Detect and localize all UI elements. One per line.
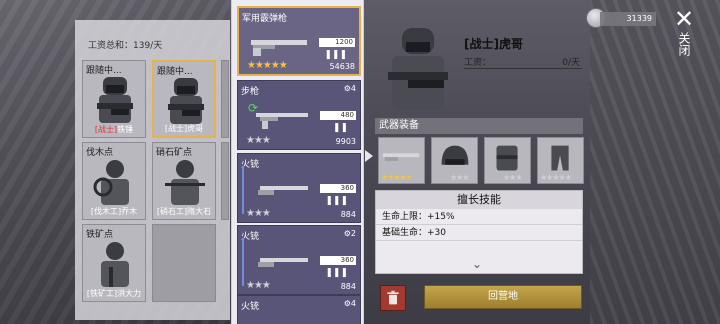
weapon-card[interactable]: 火铳 360 ❚❚❚ 884 ★★★	[237, 153, 361, 223]
close-label: 关闭	[677, 32, 691, 56]
equipment-header: 武器装备	[375, 118, 583, 134]
bullet-icon: ❚❚❚	[325, 196, 348, 206]
musket-icon	[258, 186, 308, 195]
weapon-accent-bar	[242, 166, 244, 214]
delete-button[interactable]	[380, 285, 406, 311]
weapon-card[interactable]: 火铳 ⚙2 360 ❚❚❚ 884 ★★★	[237, 225, 361, 295]
hero-name: [战士]虎哥	[464, 37, 523, 51]
worker-name: [战士]虎哥	[164, 124, 204, 133]
equip-slot-pants[interactable]: ★★★★★	[537, 137, 584, 184]
trash-icon	[387, 290, 399, 305]
equip-stars: ★★★	[450, 173, 469, 182]
bullet-icon: ❚❚❚	[324, 50, 347, 60]
worker-slot-2[interactable]: 跟随中... [战士]虎哥	[152, 60, 216, 138]
equip-slot-armor[interactable]: ★★★	[484, 137, 531, 184]
slot-count: ⚙4	[343, 84, 356, 93]
weapon-name: 步枪	[241, 87, 260, 97]
weapon-name: 火铳	[241, 302, 260, 312]
worker-name-prefix: [战士]	[94, 125, 118, 134]
ammo-count: 360	[320, 256, 356, 265]
weapon-card[interactable]: 火铳 ⚙4	[237, 295, 361, 324]
game-screen: 工资总和：139/天 跟随中... [战士]铁锤 跟随中... [战士]虎哥 伐…	[0, 0, 720, 324]
weapon-list[interactable]: 军用霰弹枪 1200 ❚❚❚ 54638 ★★★★★ 步枪 ⚙4 ⟳ 480 ❚…	[231, 0, 364, 324]
ammo-count: 1200	[319, 38, 355, 47]
lumberjack-portrait-icon	[93, 160, 129, 205]
wage-total-label: 工资总和：139/天	[88, 41, 163, 51]
equip-stars: ★★★	[503, 173, 522, 182]
chevron-down-icon[interactable]: ⌄	[472, 257, 482, 271]
bullet-icon: ❚❚	[332, 123, 348, 133]
slot-count: ⚙2	[343, 229, 356, 238]
weapon-stars: ★★★	[246, 135, 271, 146]
damage-value: 9903	[335, 137, 356, 146]
slot-count: ⚙4	[343, 299, 356, 308]
currency-amount: 31339	[600, 12, 656, 26]
slot-count-value: 4	[350, 84, 356, 93]
weapon-name: 军用霰弹枪	[242, 14, 288, 24]
ammo-count: 480	[320, 111, 356, 120]
miner-portrait-icon	[101, 242, 129, 287]
skills-box: 擅长技能 生命上限：+15% 基础生命：+30 ⌄	[375, 190, 583, 274]
skill-row: 基础生命：+30	[376, 225, 582, 241]
worker-slot-5[interactable]: 铁矿点 [铁矿工]洪大力	[82, 224, 146, 302]
weapon-card[interactable]: 军用霰弹枪 1200 ❚❚❚ 54638 ★★★★★	[237, 6, 361, 76]
worker-name: [战士]铁锤	[83, 124, 145, 135]
equip-stars: ★★★★★	[381, 173, 413, 182]
soldier-portrait-icon	[97, 77, 133, 123]
damage-value: 54638	[329, 62, 355, 71]
wage-value: 0/天	[562, 58, 580, 68]
damage-value: 884	[340, 210, 356, 219]
wage-label: 工资：	[464, 58, 492, 68]
bullet-icon: ❚❚❚	[325, 268, 348, 278]
background-right	[590, 0, 720, 324]
weapon-card[interactable]: 步枪 ⚙4 ⟳ 480 ❚❚ 9903 ★★★	[237, 80, 361, 150]
weapon-stars: ★★★	[246, 280, 271, 291]
equip-slot-helmet[interactable]: ★★★	[431, 137, 478, 184]
worker-slot-4[interactable]: 硝石矿点 [硝石工]隋大石	[152, 142, 216, 220]
musket-icon	[258, 258, 308, 267]
slot-count-value: 2	[350, 229, 356, 238]
damage-value: 884	[340, 282, 356, 291]
worker-slot-3[interactable]: 伐木点 [伐木工]乔木	[82, 142, 146, 220]
worker-name: [伐木工]乔木	[90, 207, 138, 216]
rifle-icon	[256, 113, 308, 129]
worker-slot-partial[interactable]	[221, 142, 229, 220]
weapon-accent-bar	[242, 238, 244, 286]
weapon-stars: ★★★★★	[247, 60, 288, 71]
slot-count-value: 4	[350, 299, 356, 308]
worker-name: [硝石工]隋大石	[156, 207, 212, 216]
weapon-stars: ★★★	[246, 208, 271, 219]
worker-name: [铁矿工]洪大力	[86, 289, 142, 298]
ammo-count: 360	[320, 184, 356, 193]
wage-line: 工资： 0/天	[464, 55, 582, 69]
miner-portrait-icon	[165, 160, 205, 205]
skills-header: 擅长技能	[376, 191, 582, 209]
soldier-portrait-icon	[388, 28, 448, 110]
equip-slot-weapon[interactable]: ★★★★★	[378, 137, 425, 184]
close-icon: ✕	[673, 5, 695, 33]
empty-worker-slot[interactable]	[152, 224, 216, 302]
shotgun-icon	[251, 40, 307, 56]
worker-slot-partial[interactable]	[221, 60, 229, 138]
worker-slot-1[interactable]: 跟随中... [战士]铁锤	[82, 60, 146, 138]
close-button[interactable]: ✕ 关闭	[672, 5, 696, 68]
worker-name-text: 铁锤	[117, 125, 134, 134]
return-to-camp-button[interactable]: 回营地	[424, 285, 582, 309]
soldier-portrait-icon	[168, 78, 204, 124]
skill-row: 生命上限：+15%	[376, 209, 582, 225]
detail-panel: [战士]虎哥 工资： 0/天 武器装备 ★★★★★ ★★★ ★★★ ★★★★★ …	[370, 0, 590, 324]
equip-stars: ★★★★★	[540, 173, 572, 182]
